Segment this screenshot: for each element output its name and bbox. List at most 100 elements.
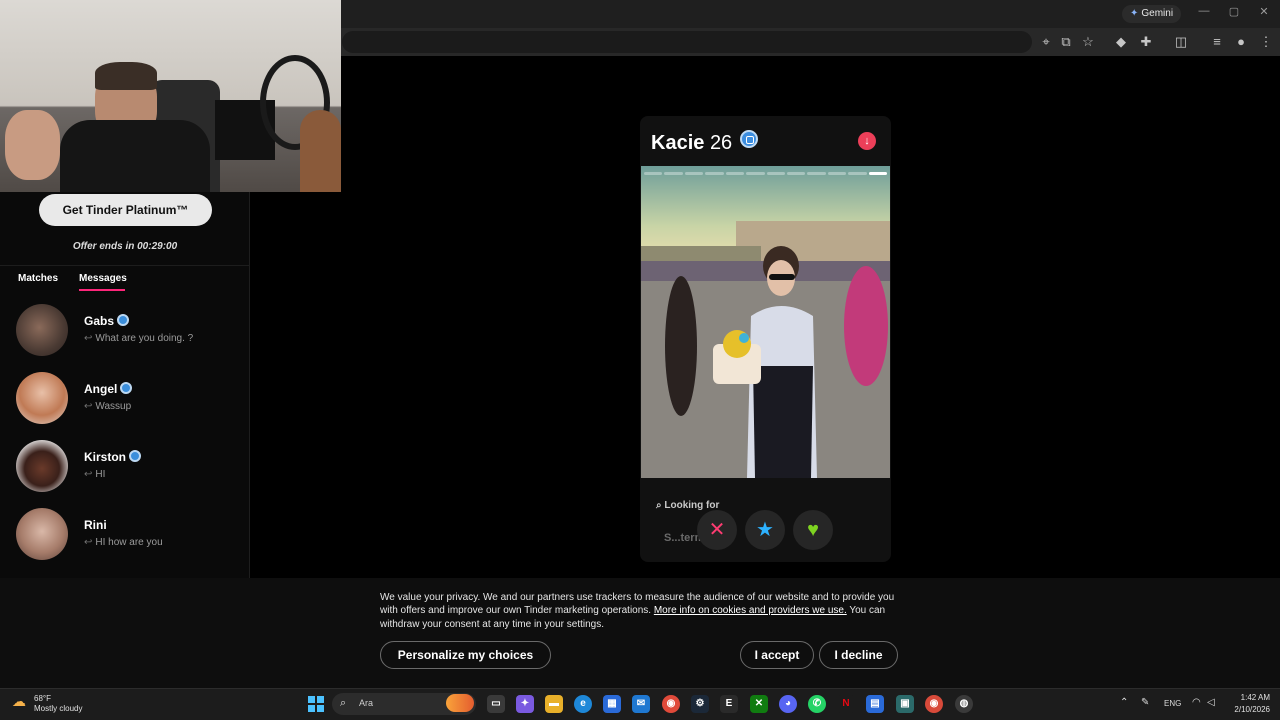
whatsapp-icon[interactable]: ✆ (808, 695, 826, 713)
app-icon[interactable]: ▣ (896, 695, 914, 713)
search-highlight-icon (446, 694, 474, 712)
mail-icon[interactable]: ✉ (632, 695, 650, 713)
start-icon[interactable] (308, 696, 324, 712)
menu-icon[interactable]: ⋮ (1258, 34, 1274, 50)
conversation-message: HI (95, 469, 106, 480)
close-window-icon[interactable]: ✕ (1254, 5, 1274, 18)
reply-arrow-icon: ↩ (84, 537, 93, 548)
maximize-icon[interactable]: ▢ (1224, 5, 1244, 18)
wifi-icon[interactable]: ◠ (1192, 697, 1201, 708)
tab-matches[interactable]: Matches (18, 273, 58, 284)
conversation-item[interactable]: Gabs ↩ What are you doing. ? (0, 304, 249, 372)
chevron-up-icon[interactable]: ⌃ (1120, 697, 1128, 708)
personalize-button[interactable]: Personalize my choices (380, 641, 551, 669)
divider (0, 265, 250, 266)
weather-desc: Mostly cloudy (34, 704, 83, 713)
looking-for-label-row: ⌕ Looking for (656, 500, 719, 511)
verified-icon (739, 130, 758, 148)
photo-progress (644, 172, 888, 175)
offer-countdown: Offer ends in 00:29:00 (72, 241, 178, 252)
conversation-name: Angel (84, 382, 118, 396)
puzzle-icon[interactable]: ✚ (1138, 34, 1154, 50)
language-indicator[interactable]: ENG (1164, 699, 1181, 708)
weather-icon[interactable]: ☁ (12, 693, 30, 711)
location-icon[interactable]: ⌖ (1038, 34, 1054, 50)
search-icon: ⌕ (656, 500, 662, 511)
chrome-icon[interactable]: ◉ (662, 695, 680, 713)
avatar (16, 304, 68, 356)
tab-messages[interactable]: Messages (79, 273, 127, 284)
app-icon[interactable]: ▤ (866, 695, 884, 713)
gemini-label: Gemini (1141, 8, 1174, 19)
file-explorer-icon[interactable]: ▬ (545, 695, 563, 713)
conversation-message: What are you doing. ? (95, 333, 194, 344)
active-tab-indicator (79, 289, 125, 291)
avatar (16, 508, 68, 560)
address-bar[interactable] (342, 31, 1032, 53)
clock-time[interactable]: 1:42 AM (1224, 693, 1270, 702)
edge-icon[interactable]: e (574, 695, 592, 713)
minimize-icon[interactable]: — (1194, 5, 1214, 17)
conversation-name-row: Rini (84, 518, 107, 532)
chrome-profile-icon[interactable]: ◉ (925, 695, 943, 713)
collapse-profile-button[interactable]: ↓ (858, 132, 876, 150)
volume-icon[interactable]: ◁ (1207, 697, 1215, 708)
decline-button[interactable]: I decline (819, 641, 898, 669)
conversation-preview: ↩ Wassup (84, 401, 131, 412)
gemini-spark-icon: ✦ (1130, 8, 1139, 19)
discord-icon[interactable]: ◕ (779, 695, 797, 713)
store-icon[interactable]: ▦ (603, 695, 621, 713)
profile-photo[interactable] (641, 166, 890, 478)
media-icon[interactable]: ≡ (1209, 34, 1225, 49)
conversation-name: Gabs (84, 314, 115, 328)
conversation-preview: ↩ HI how are you (84, 537, 163, 548)
looking-for-label: Looking for (664, 500, 720, 511)
pen-icon[interactable]: ✎ (1141, 697, 1149, 708)
reply-arrow-icon: ↩ (84, 469, 93, 480)
conversation-name-row: Gabs (84, 314, 130, 328)
extension-icon[interactable]: ◆ (1113, 34, 1129, 50)
weather-temp: 68°F (34, 694, 51, 703)
accept-button[interactable]: I accept (740, 641, 814, 669)
reply-arrow-icon: ↩ (84, 401, 93, 412)
xbox-icon[interactable]: ✕ (750, 695, 768, 713)
profile-name: Kacie (651, 132, 705, 154)
search-placeholder: Ara (359, 698, 374, 708)
conversation-message: HI how are you (95, 537, 163, 548)
profile-icon[interactable]: ● (1233, 34, 1249, 49)
profile-name-row: Kacie 26 (651, 130, 758, 155)
task-view-icon[interactable]: ▭ (487, 695, 505, 713)
cookie-banner-text: We value your privacy. We and our partne… (380, 591, 900, 631)
conversation-name: Kirston (84, 450, 126, 464)
get-platinum-button[interactable]: Get Tinder Platinum™ (39, 194, 212, 226)
conversation-item[interactable]: Angel ↩ Wassup (0, 372, 249, 440)
netflix-icon[interactable]: N (837, 695, 855, 713)
search-icon: ⌕ (340, 697, 347, 709)
sidepanel-icon[interactable]: ◫ (1173, 34, 1189, 50)
conversation-item[interactable]: Rini ↩ HI how are you (0, 508, 249, 576)
cookie-info-link[interactable]: More info on cookies and providers we us… (654, 605, 847, 616)
conversation-preview: ↩ HI (84, 469, 105, 480)
conversation-item[interactable]: Kirston ↩ HI (0, 440, 249, 508)
like-button[interactable]: ♥ (793, 510, 833, 550)
verified-icon (129, 450, 141, 462)
clock-date[interactable]: 2/10/2026 (1224, 705, 1270, 714)
obs-icon[interactable]: ◍ (955, 695, 973, 713)
verified-icon (117, 314, 130, 326)
photo-scene (641, 166, 890, 478)
conversation-name-row: Angel (84, 382, 133, 396)
gemini-button[interactable]: ✦ Gemini (1122, 5, 1182, 23)
super-like-button[interactable]: ★ (745, 510, 785, 550)
steam-icon[interactable]: ⚙ (691, 695, 709, 713)
star-icon[interactable]: ☆ (1080, 34, 1096, 50)
conversation-preview: ↩ What are you doing. ? (84, 333, 193, 344)
profile-age: 26 (709, 132, 733, 154)
install-icon[interactable]: ⧉ (1058, 34, 1074, 50)
conversation-name-row: Kirston (84, 450, 141, 464)
conversation-name: Rini (84, 518, 107, 532)
epic-games-icon[interactable]: E (720, 695, 738, 713)
avatar (16, 372, 68, 424)
nope-button[interactable]: ✕ (697, 510, 737, 550)
copilot-icon[interactable]: ✦ (516, 695, 534, 713)
avatar (16, 440, 68, 492)
